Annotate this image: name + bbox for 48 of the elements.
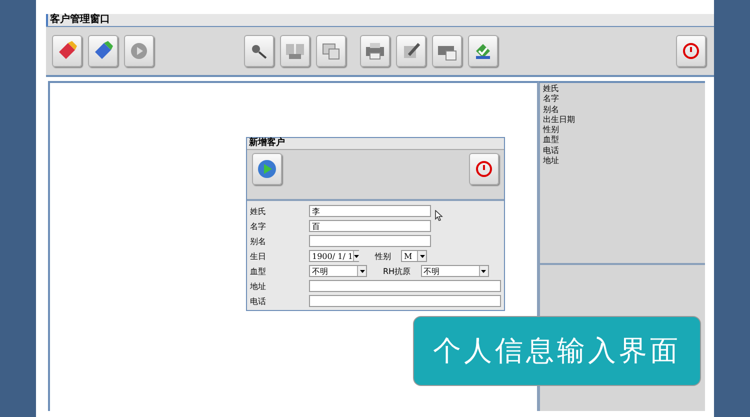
toolbar-button[interactable] — [316, 35, 346, 67]
field-label: 姓氏 — [250, 206, 267, 216]
input-field[interactable] — [309, 235, 431, 247]
dropdown[interactable]: M — [401, 250, 427, 262]
field-label: 血型 — [250, 266, 267, 276]
toolbar-button[interactable] — [360, 35, 390, 67]
window-title: 客户管理窗口 — [46, 14, 714, 26]
field-list-item: 地址 — [543, 156, 560, 166]
dropdown[interactable]: 不明 — [309, 265, 367, 277]
power-icon — [475, 160, 493, 178]
pen-icon — [401, 41, 421, 61]
field-list-item: 血型 — [543, 135, 560, 146]
power-button[interactable] — [469, 153, 499, 185]
play-icon — [129, 41, 149, 61]
field-list-item: 出生日期 — [543, 114, 576, 126]
field-list-item: 别名 — [543, 104, 560, 115]
dropdown[interactable]: 1900/ 1/ 1 — [309, 250, 359, 262]
field-label: 生日 — [250, 250, 267, 262]
toolbar-button[interactable] — [52, 35, 82, 67]
field-label: 地址 — [250, 280, 267, 292]
mouse-cursor-icon — [435, 210, 443, 220]
documents-icon — [284, 41, 306, 61]
field-label: 电话 — [250, 296, 267, 306]
toolbar-button[interactable] — [88, 35, 118, 67]
power-button[interactable] — [676, 35, 706, 67]
input-field[interactable]: 百 — [309, 220, 431, 232]
field-list-item: 性别 — [543, 125, 560, 136]
caption-banner: 个人信息输入界面 — [413, 316, 701, 386]
field-list-item: 名字 — [543, 94, 560, 105]
toolbar-button[interactable] — [244, 35, 274, 67]
toolbar-button[interactable] — [280, 35, 310, 67]
input-field[interactable]: 李 — [309, 205, 431, 217]
field-list-item: 姓氏 — [543, 84, 560, 94]
play-button[interactable] — [252, 153, 282, 185]
input-field[interactable] — [309, 280, 501, 292]
dropdown[interactable]: 不明 — [420, 265, 489, 277]
field-label: RH抗原 — [383, 266, 411, 276]
toolbar-button[interactable] — [396, 35, 426, 67]
field-label: 性别 — [375, 250, 391, 262]
toolbar-button[interactable] — [468, 35, 498, 67]
field-list-item: 电话 — [543, 146, 560, 156]
input-field[interactable] — [309, 295, 501, 307]
power-icon — [682, 42, 700, 60]
field-label: 别名 — [250, 236, 267, 246]
field-label: 名字 — [250, 220, 267, 232]
toolbar-button[interactable] — [432, 35, 462, 67]
windows-icon — [321, 41, 341, 61]
play-icon — [257, 159, 277, 179]
